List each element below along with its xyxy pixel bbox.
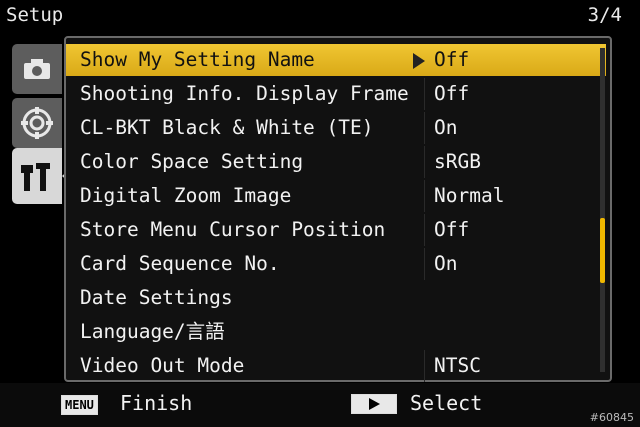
menu-item-color-space-setting[interactable]: Color Space Setting sRGB [66,146,606,178]
watermark: #60845 [589,411,634,424]
menu-item-label: Date Settings [80,286,233,309]
menu-item-card-sequence-no[interactable]: Card Sequence No. On [66,248,606,280]
submenu-arrow-icon [413,53,425,69]
page-indicator: 3/4 [587,4,622,26]
menu-item-value: Off [434,218,470,241]
wrench-icon [21,163,50,191]
menu-item-digital-zoom-image[interactable]: Digital Zoom Image Normal [66,180,606,212]
menu-item-date-settings[interactable]: Date Settings [66,282,606,314]
menu-item-cl-bkt-black-white[interactable]: CL-BKT Black & White (TE) On [66,112,606,144]
column-divider [424,180,425,212]
menu-item-value: On [434,252,458,275]
scrollbar-thumb[interactable] [600,218,605,283]
column-divider [424,248,425,280]
menu-item-value: NTSC [434,354,481,377]
footer-bar: MENU Finish Select [0,383,640,427]
column-divider [424,146,425,178]
menu-item-store-menu-cursor-position[interactable]: Store Menu Cursor Position Off [66,214,606,246]
column-divider [424,78,425,110]
menu-item-label: Color Space Setting [80,150,304,173]
tab-custom[interactable] [12,98,62,148]
menu-item-label: CL-BKT Black & White (TE) [80,116,374,139]
menu-item-show-my-setting-name[interactable]: Show My Setting Name Off [66,44,606,76]
menu-item-label: Shooting Info. Display Frame [80,82,409,105]
tab-shooting[interactable] [12,44,62,94]
menu-item-value: On [434,116,458,139]
scrollbar[interactable] [600,48,605,372]
menu-panel: Show My Setting Name Off Shooting Info. … [64,36,612,382]
menu-item-label: Language/言語 [80,320,225,343]
column-divider [424,112,425,144]
menu-item-label: Video Out Mode [80,354,245,377]
menu-item-shooting-info-display-frame[interactable]: Shooting Info. Display Frame Off [66,78,606,110]
menu-item-video-out-mode[interactable]: Video Out Mode NTSC [66,350,606,382]
select-hint: Select [410,391,483,415]
camera-icon [24,59,50,79]
screen-title: Setup [6,4,64,26]
tab-setup[interactable] [12,148,72,204]
column-divider [424,214,425,246]
menu-item-value: Normal [434,184,505,207]
menu-item-language[interactable]: Language/言語 [66,316,606,348]
dial-icon [21,107,53,139]
finish-hint: Finish [120,391,193,415]
menu-item-label: Digital Zoom Image [80,184,292,207]
menu-item-label: Store Menu Cursor Position [80,218,386,241]
menu-item-label: Card Sequence No. [80,252,280,275]
column-divider [424,350,425,382]
menu-item-value: sRGB [434,150,481,173]
play-key-icon [351,394,397,414]
menu-item-label: Show My Setting Name [80,48,315,71]
menu-item-value: Off [434,82,470,105]
menu-item-value: Off [434,48,470,71]
menu-tabs [12,40,72,380]
menu-key-icon: MENU [61,395,98,415]
